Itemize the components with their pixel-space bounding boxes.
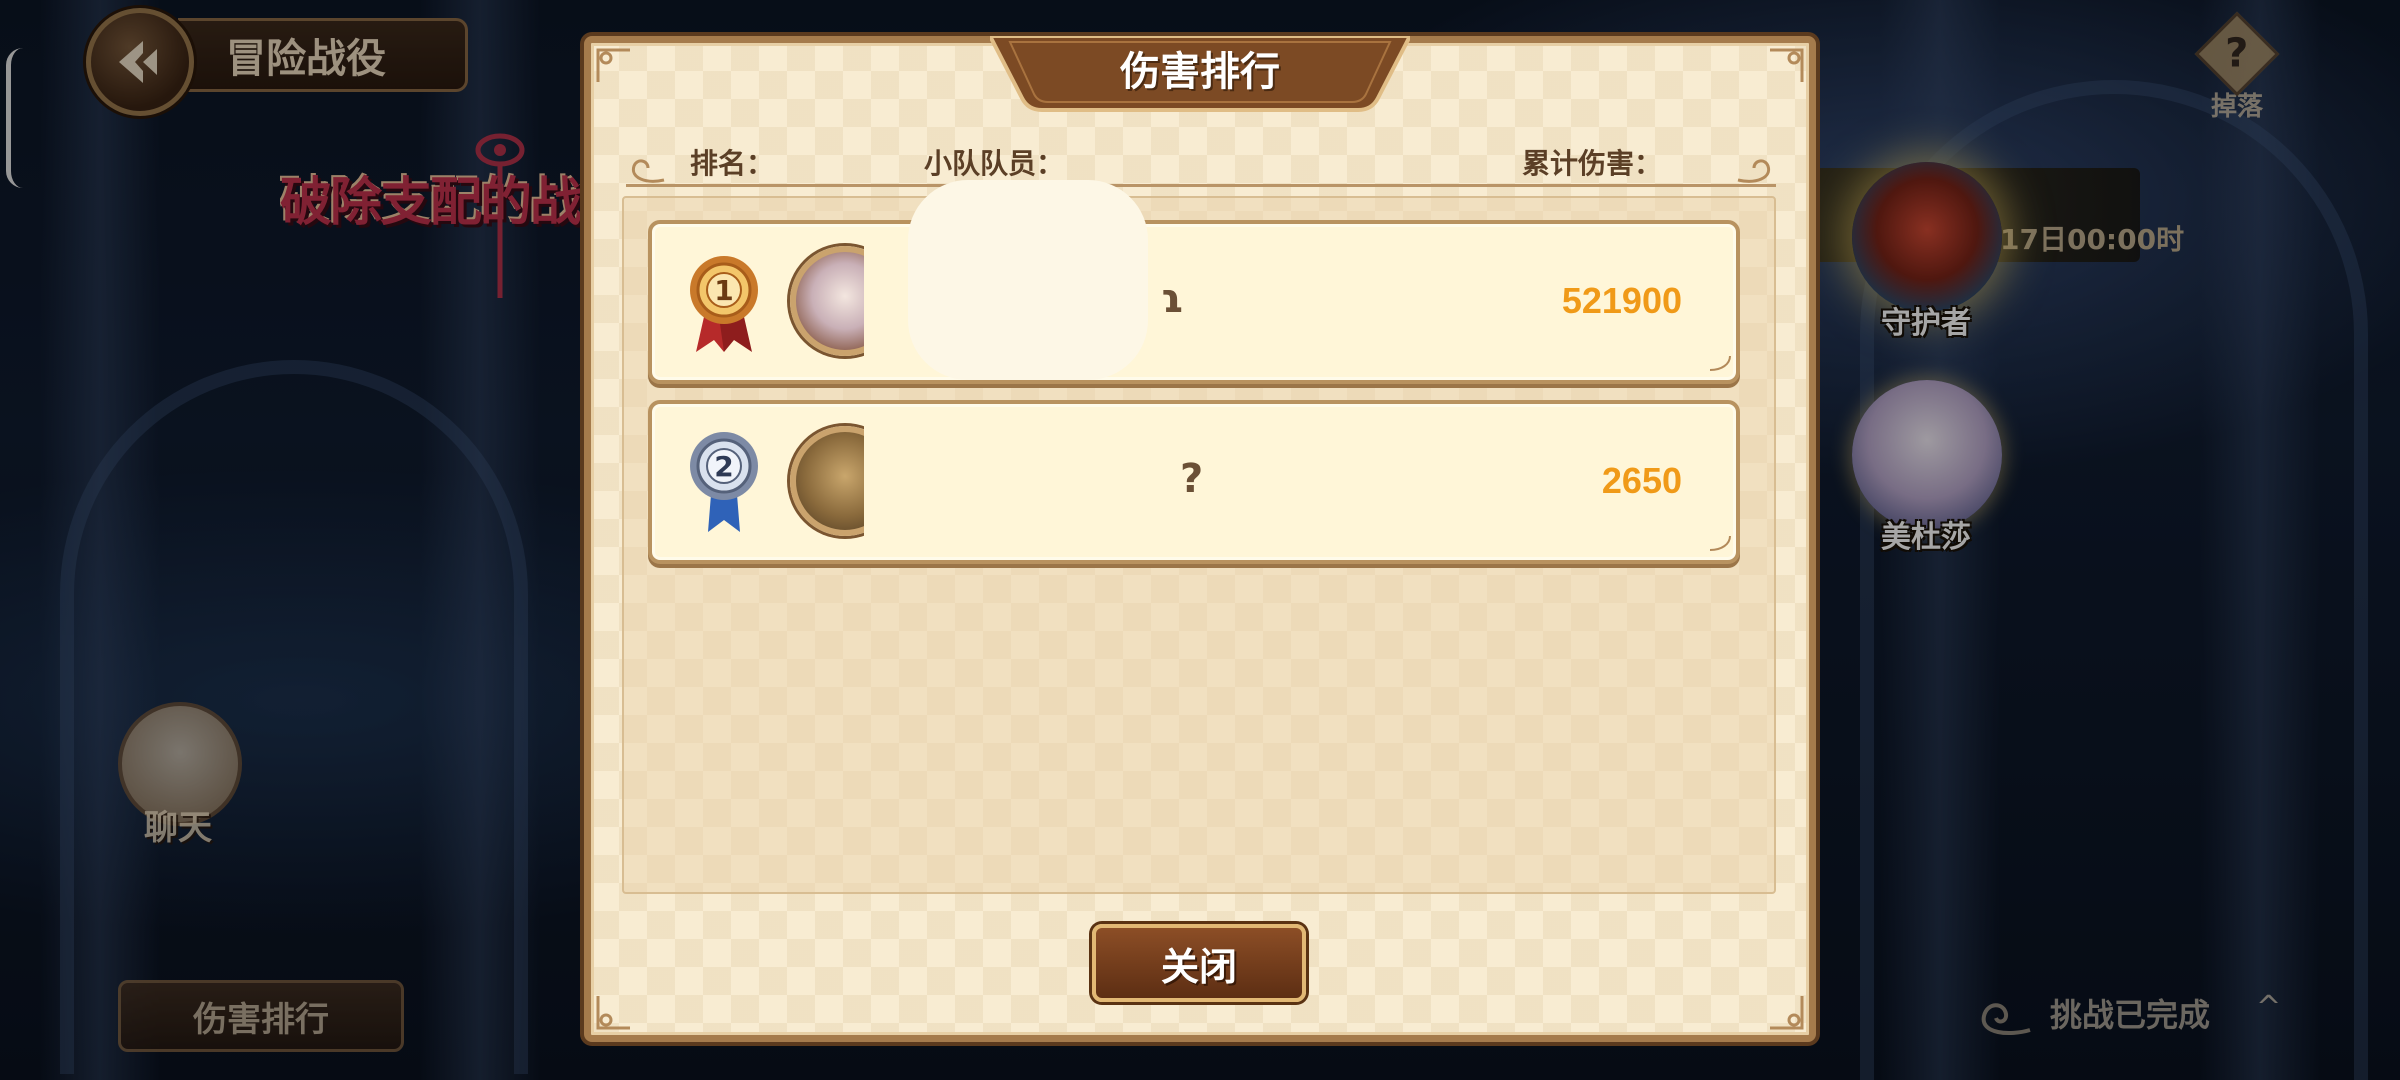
header-rank: 排名： [690,147,775,180]
row-corner-ornament-icon [1709,535,1731,551]
header-divider [626,178,1776,187]
redacted-region [908,180,1148,380]
member-name-fragment: ɿ [1160,276,1184,322]
corner-ornament-icon [596,48,630,82]
corner-ornament-icon [596,996,630,1030]
game-screen: 冒险战役 破除支配的战役 聊天 伤害排行 ? 掉落 17日00:00时 守护者 … [0,0,2400,1080]
medal-number: 2 [714,450,733,483]
corner-ornament-icon [1770,48,1804,82]
corner-ornament-icon [1770,996,1804,1030]
swirl-ornament-icon [631,159,665,183]
medal-number: 1 [714,274,733,307]
damage-value-2: 2650 [1601,460,1682,501]
damage-value-1: 521900 [1561,280,1682,321]
avatar-crop-mask [864,426,908,536]
header-members: 小队队员： [924,147,1065,180]
member-name-fragment: ? [1180,456,1204,502]
dialog-title: 伤害排行 [1120,49,1280,95]
avatar-crop-mask [864,246,908,356]
close-button[interactable]: 关闭 [1092,924,1306,1002]
gold-rank-medal-icon: 1 [690,256,758,352]
silver-rank-medal-icon: 2 [690,432,758,532]
header-total-damage: 累计伤害： [1522,147,1663,180]
row-corner-ornament-icon [1709,355,1731,371]
swirl-ornament-icon [1737,159,1771,183]
